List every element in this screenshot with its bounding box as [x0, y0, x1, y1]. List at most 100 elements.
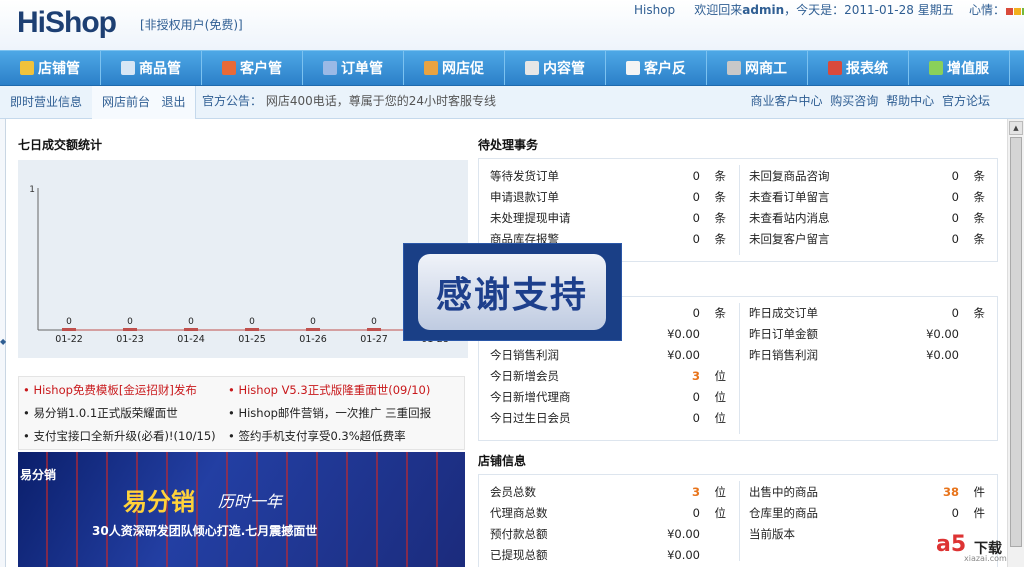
logout-link[interactable]: 退出	[161, 95, 185, 109]
news-item[interactable]: • Hishop V5.3正式版隆重面世(09/10)	[228, 382, 430, 398]
stat-row[interactable]: 未查看订单留言 0 条	[749, 187, 985, 207]
storefront-link[interactable]: 网店前台	[102, 95, 150, 109]
stat-row[interactable]: 等待发货订单 0 条	[490, 166, 726, 186]
nav-item-3[interactable]: 订单管	[303, 51, 404, 85]
nav-item-label: 报表统	[846, 61, 888, 77]
stat-label: 昨日销售利润	[749, 348, 818, 362]
stat-row[interactable]: 未查看站内消息 0 条	[749, 208, 985, 228]
banner-line: 30人资深研发团队倾心打造.七月震撼面世	[92, 524, 318, 538]
stat-row[interactable]: 未回复商品咨询 0 条	[749, 166, 985, 186]
news-item-text: Hishop免费模板[金运招财]发布	[33, 383, 197, 397]
stat-row[interactable]: 代理商总数 0 位	[490, 503, 726, 523]
hishop-logo[interactable]: HiShop	[17, 6, 117, 40]
stat-row[interactable]: 今日过生日会员 0 位	[490, 408, 726, 428]
mood-option-0[interactable]	[1005, 7, 1013, 15]
tab-storefront[interactable]: 网店前台 退出	[92, 86, 197, 119]
collapse-sidebar-handle[interactable]: ◆	[0, 119, 6, 567]
nav-item-4[interactable]: 网店促	[404, 51, 505, 85]
order-icon	[323, 61, 337, 75]
notice-message[interactable]: 网店400电话，尊属于您的24小时客服专线	[266, 94, 496, 108]
scroll-up-icon[interactable]: ▲	[1009, 121, 1023, 135]
stat-label: 未回复客户留言	[749, 232, 830, 246]
stat-label: 未处理提现申请	[490, 211, 571, 225]
stat-row[interactable]: 申请退款订单 0 条	[490, 187, 726, 207]
stat-label: 今日新增会员	[490, 369, 559, 383]
news-item[interactable]: • 支付宝接口全新升级(必看)!(10/15)	[23, 428, 216, 444]
nav-item-2[interactable]: 客户管	[202, 51, 303, 85]
thanks-popup-text: 感谢支持	[418, 254, 606, 330]
collapse-arrow-icon: ◆	[0, 337, 7, 346]
nav-item-1[interactable]: 商品管	[101, 51, 202, 85]
bullet-icon: •	[23, 383, 34, 397]
stat-unit: 条	[973, 232, 986, 246]
stat-unit: 条	[973, 190, 986, 204]
watermark-a5: a5	[936, 532, 967, 557]
x-tick-label: 01-27	[360, 334, 388, 345]
stat-value: ¥0.00	[667, 527, 700, 541]
stat-row[interactable]: 昨日订单金额 ¥0.00	[749, 324, 985, 344]
stat-row[interactable]: 今日销售利润 ¥0.00	[490, 345, 726, 365]
stat-row[interactable]: 会员总数 3 位	[490, 482, 726, 502]
stat-row[interactable]: 已提现总额 ¥0.00	[490, 545, 726, 565]
stat-value: 0	[692, 211, 700, 225]
news-list: • Hishop免费模板[金运招财]发布 • Hishop V5.3正式版隆重面世…	[18, 376, 465, 450]
mood-option-1[interactable]	[1013, 7, 1021, 15]
data-label: 0	[127, 317, 133, 327]
stat-row[interactable]: 预付款总额 ¥0.00	[490, 524, 726, 544]
stat-label: 会员总数	[490, 485, 536, 499]
stat-row[interactable]: 今日新增代理商 0 位	[490, 387, 726, 407]
nav-item-6[interactable]: 客户反	[606, 51, 707, 85]
news-item[interactable]: • 易分销1.0.1正式版荣耀面世	[23, 405, 178, 421]
stat-row[interactable]: 昨日成交订单 0 条	[749, 303, 985, 323]
stat-row[interactable]: 未处理提现申请 0 条	[490, 208, 726, 228]
stat-unit: 条	[714, 190, 727, 204]
stat-unit: 条	[973, 306, 986, 320]
stat-label: 仓库里的商品	[749, 506, 818, 520]
tab-business-info[interactable]: 即时营业信息	[0, 86, 94, 119]
stat-value: 0	[951, 306, 959, 320]
promo-banner[interactable]: 易分销 易分销 历时一年 30人资深研发团队倾心打造.七月震撼面世	[18, 452, 465, 567]
news-item[interactable]: • Hishop免费模板[金运招财]发布	[23, 382, 197, 398]
news-item-text: 支付宝接口全新升级(必看)!(10/15)	[33, 429, 216, 443]
vertical-scrollbar[interactable]: ▲	[1007, 119, 1024, 567]
news-item[interactable]: • 签约手机支付享受0.3%超低费率	[228, 428, 406, 444]
data-label: 0	[371, 317, 377, 327]
nav-item-9[interactable]: 增值服	[909, 51, 1010, 85]
stat-label: 未回复商品咨询	[749, 169, 830, 183]
panel-divider	[739, 481, 740, 561]
news-item[interactable]: • Hishop邮件营销，一次推广 三重回报	[228, 405, 431, 421]
scroll-thumb[interactable]	[1010, 137, 1022, 547]
nav-item-0[interactable]: 店铺管	[0, 51, 101, 85]
stat-unit: 位	[714, 485, 727, 499]
stat-row[interactable]: 出售中的商品 38 件	[749, 482, 985, 502]
nav-item-label: 网店促	[442, 61, 484, 77]
thanks-popup[interactable]: 感谢支持	[403, 243, 622, 341]
stat-label: 今日新增代理商	[490, 390, 571, 404]
nav-item-8[interactable]: 报表统	[808, 51, 909, 85]
stat-unit: 件	[973, 485, 986, 499]
link-business-center[interactable]: 商业客户中心	[750, 94, 822, 108]
stat-unit: 条	[973, 211, 986, 225]
stat-value: ¥0.00	[667, 327, 700, 341]
stat-row[interactable]: 未回复客户留言 0 条	[749, 229, 985, 249]
stat-row[interactable]: 仓库里的商品 0 件	[749, 503, 985, 523]
x-tick-label: 01-26	[299, 334, 327, 345]
nav-item-7[interactable]: 网商工	[707, 51, 808, 85]
link-purchase[interactable]: 购买咨询	[830, 94, 878, 108]
pencil-icon	[525, 61, 539, 75]
pending-title: 待处理事务	[478, 138, 539, 152]
link-help[interactable]: 帮助中心	[886, 94, 934, 108]
panel-divider	[739, 303, 740, 434]
x-tick-label: 01-24	[177, 334, 205, 345]
brand-link[interactable]: Hishop	[634, 3, 675, 17]
stat-unit: 条	[714, 211, 727, 225]
mood-selector[interactable]	[1005, 4, 1024, 18]
stat-row[interactable]: 今日新增会员 3 位	[490, 366, 726, 386]
news-item-text: Hishop V5.3正式版隆重面世(09/10)	[238, 383, 431, 397]
link-forum[interactable]: 官方论坛	[942, 94, 990, 108]
stat-value: ¥0.00	[926, 327, 959, 341]
stat-row[interactable]: 昨日销售利润 ¥0.00	[749, 345, 985, 365]
bullet-icon: •	[228, 383, 239, 397]
nav-item-5[interactable]: 内容管	[505, 51, 606, 85]
today-date: ，今天是：2011-01-28 星期五	[784, 3, 954, 17]
